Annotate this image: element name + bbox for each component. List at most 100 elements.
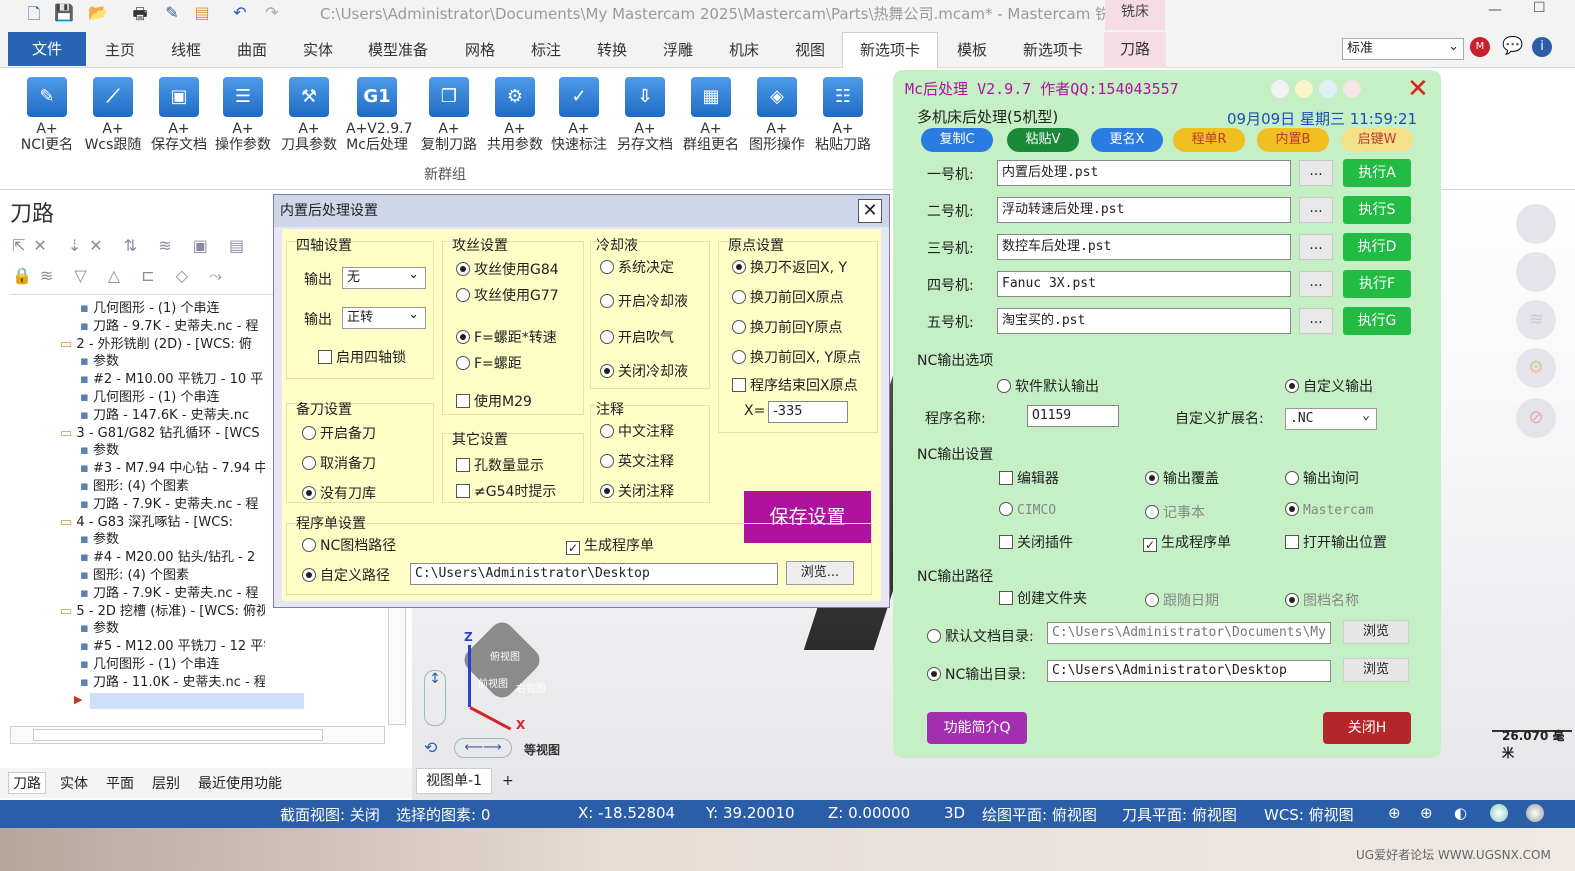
- open-location-checkbox[interactable]: 打开输出位置: [1285, 532, 1387, 552]
- ribbon-button-6[interactable]: G1 A+V2.9.7 Mc后处理: [346, 74, 413, 153]
- tab-solids-panel[interactable]: 实体: [60, 773, 88, 793]
- spare-opt1-radio[interactable]: 开启备刀: [302, 423, 376, 443]
- no-entry-icon[interactable]: ⊘: [1516, 398, 1556, 438]
- nc-dir-browse-button[interactable]: 浏览: [1343, 658, 1409, 682]
- pan-horizontal-icon[interactable]: ⟵⟶: [454, 738, 512, 758]
- machine-file-input[interactable]: 数控车后处理.pst: [997, 234, 1291, 260]
- globe-icon-2[interactable]: ⊕: [1420, 804, 1433, 822]
- tree-item[interactable]: ▪ 刀路 - 147.6K - 史蒂夫.nc: [60, 407, 265, 425]
- mastercam-logo-icon[interactable]: M: [1470, 37, 1490, 57]
- tree-item[interactable]: ▪ 刀路 - 9.7K - 史蒂夫.nc - 程: [60, 318, 265, 336]
- print-icon[interactable]: 🖶: [130, 3, 150, 23]
- ribbon-button-7[interactable]: ❐ A+ 复制刀路: [418, 74, 480, 153]
- tree-item[interactable]: ▪ 几何图形 - (1) 个串连: [60, 389, 265, 407]
- cimco-radio[interactable]: CIMCO: [999, 502, 1056, 518]
- ribbon-button-4[interactable]: ☰ A+ 操作参数: [212, 74, 274, 153]
- x-input[interactable]: -335: [768, 401, 848, 423]
- layers-icon[interactable]: ≋: [1516, 300, 1556, 340]
- section-view-status[interactable]: 截面视图: 关闭: [280, 804, 380, 825]
- tab-home[interactable]: 主页: [96, 38, 144, 68]
- pill-button-1[interactable]: 复制C: [921, 128, 993, 152]
- coolant-opt3-radio[interactable]: 开启吹气: [600, 327, 674, 347]
- machine-exec-button[interactable]: 执行S: [1343, 196, 1411, 224]
- tab-surfaces[interactable]: 曲面: [228, 38, 276, 68]
- tree-item[interactable]: ▪ #3 - M7.94 中心钻 - 7.94 中: [60, 460, 265, 478]
- pill-button-6[interactable]: 启键W: [1341, 128, 1413, 152]
- package-icon[interactable]: ▤: [192, 3, 212, 23]
- machine-browse-button[interactable]: ...: [1299, 160, 1333, 186]
- g54-hint-checkbox[interactable]: ≠G54时提示: [456, 481, 556, 501]
- nc-path-radio[interactable]: NC图档路径: [302, 535, 396, 555]
- toolpath-toolbar-row1[interactable]: ⇱✕ ⇣✕ ⇅ ≋ ▣ ▤: [12, 236, 252, 255]
- ribbon-button-12[interactable]: ◈ A+ 图形操作: [746, 74, 808, 153]
- tab-machine[interactable]: 机床: [720, 38, 768, 68]
- tree-item[interactable]: ▪ #2 - M10.00 平铣刀 - 10 平: [60, 371, 265, 389]
- close-plugin-checkbox[interactable]: 关闭插件: [999, 532, 1073, 552]
- mode-3d[interactable]: 3D: [944, 804, 965, 822]
- dialog-close-button[interactable]: ✕: [858, 199, 882, 223]
- m29-checkbox[interactable]: 使用M29: [456, 391, 532, 411]
- tool-plane[interactable]: 刀具平面: 俯视图: [1122, 804, 1237, 825]
- default-dir-browse-button[interactable]: 浏览: [1343, 620, 1409, 644]
- tap-g77-radio[interactable]: 攻丝使用G77: [456, 285, 559, 305]
- tab-new-active[interactable]: 新选项卡: [842, 32, 938, 68]
- generate-list-checkbox[interactable]: ✓ 生成程序单: [566, 535, 654, 555]
- tree-item[interactable]: ▪ 刀路 - 7.9K - 史蒂夫.nc - 程: [60, 585, 265, 603]
- tab-wireframe[interactable]: 线框: [162, 38, 210, 68]
- tab-new[interactable]: 新选项卡: [1012, 38, 1094, 68]
- tab-toolpaths-panel[interactable]: 刀路: [8, 772, 46, 794]
- machine-exec-button[interactable]: 执行F: [1343, 270, 1411, 298]
- ribbon-button-3[interactable]: ▣ A+ 保存文档: [148, 74, 210, 153]
- open-folder-icon[interactable]: 📂: [88, 3, 108, 23]
- globe-icon-3[interactable]: ◐: [1454, 804, 1467, 822]
- tree-hscroll[interactable]: [10, 726, 385, 744]
- tree-operation-node[interactable]: ▭ 2 - 外形铣削 (2D) - [WCS: 俯: [60, 336, 265, 354]
- origin-opt3-radio[interactable]: 换刀前回Y原点: [732, 317, 843, 337]
- tree-operation-node[interactable]: ▭ 3 - G81/G82 钻孔循环 - [WCS: [60, 425, 265, 443]
- mastercam-radio[interactable]: Mastercam: [1285, 502, 1373, 518]
- tap-g84-radio[interactable]: 攻丝使用G84: [456, 259, 559, 279]
- wcs-status[interactable]: WCS: 俯视图: [1264, 804, 1354, 825]
- machine-browse-button[interactable]: ...: [1299, 308, 1333, 334]
- tree-item[interactable]: ▪ 参数: [60, 620, 265, 638]
- tree-operation-node[interactable]: ▭ 4 - G83 深孔啄钻 - [WCS:: [60, 514, 265, 532]
- globe-icon-1[interactable]: ⊕: [1388, 804, 1401, 822]
- spare-opt2-radio[interactable]: 取消备刀: [302, 453, 376, 473]
- nc-dir-radio[interactable]: NC输出目录:: [927, 664, 1026, 684]
- toolpath-toolbar-row2[interactable]: 🔒≋ ▽ △ ⊏ ◇ ⤳: [12, 266, 230, 286]
- machine-exec-button[interactable]: 执行A: [1343, 159, 1411, 187]
- tree-item[interactable]: ▪ 参数: [60, 353, 265, 371]
- program-path-input[interactable]: C:\Users\Administrator\Desktop: [410, 563, 778, 585]
- tree-item[interactable]: ▪ 刀路 - 11.0K - 史蒂夫.nc - 程序编号 0: [60, 674, 265, 692]
- editor-checkbox[interactable]: 编辑器: [999, 468, 1059, 488]
- machine-file-input[interactable]: 浮动转速后处理.pst: [997, 197, 1291, 223]
- undo-icon[interactable]: ↶: [230, 3, 250, 23]
- mkdir-checkbox[interactable]: 创建文件夹: [999, 588, 1087, 608]
- save-icon[interactable]: 💾: [54, 3, 74, 23]
- custom-output-radio[interactable]: 自定义输出: [1285, 376, 1373, 396]
- end-origin-checkbox[interactable]: 程序结束回X原点: [732, 375, 858, 395]
- output2-select[interactable]: 正转: [342, 305, 426, 329]
- four-axis-lock-checkbox[interactable]: 启用四轴锁: [318, 347, 406, 367]
- ask-radio[interactable]: 输出询问: [1285, 468, 1359, 488]
- default-output-radio[interactable]: 软件默认输出: [997, 376, 1099, 396]
- machine-file-input[interactable]: Fanuc 3X.pst: [997, 271, 1291, 297]
- pan-vertical-icon[interactable]: ↕: [424, 670, 446, 726]
- tab-relief[interactable]: 浮雕: [654, 38, 702, 68]
- origin-opt1-radio[interactable]: 换刀不返回X, Y: [732, 257, 847, 277]
- ribbon-button-8[interactable]: ⚙ A+ 共用参数: [484, 74, 546, 153]
- side-tool-2-icon[interactable]: [1516, 252, 1556, 292]
- settings-gear-icon[interactable]: ⚙: [1516, 348, 1556, 388]
- pill-button-5[interactable]: 内置B: [1257, 128, 1329, 152]
- tab-transform[interactable]: 转换: [588, 38, 636, 68]
- tree-operation-node[interactable]: ▭ 5 - 2D 挖槽 (标准) - [WCS: 俯视图] - [刀具面: 俯: [60, 603, 265, 621]
- doc-name-radio[interactable]: 图档名称: [1285, 590, 1359, 610]
- hole-count-checkbox[interactable]: 孔数量显示: [456, 455, 544, 475]
- tab-mesh[interactable]: 网格: [456, 38, 504, 68]
- ext-select[interactable]: .NC: [1285, 406, 1377, 430]
- machine-exec-button[interactable]: 执行D: [1343, 233, 1411, 261]
- comment-opt1-radio[interactable]: 中文注释: [600, 421, 674, 441]
- tree-item[interactable]: ▪ #4 - M20.00 钻头/钻孔 - 2: [60, 549, 265, 567]
- machine-file-input[interactable]: 内置后处理.pst: [997, 160, 1291, 186]
- machine-exec-button[interactable]: 执行G: [1343, 307, 1411, 335]
